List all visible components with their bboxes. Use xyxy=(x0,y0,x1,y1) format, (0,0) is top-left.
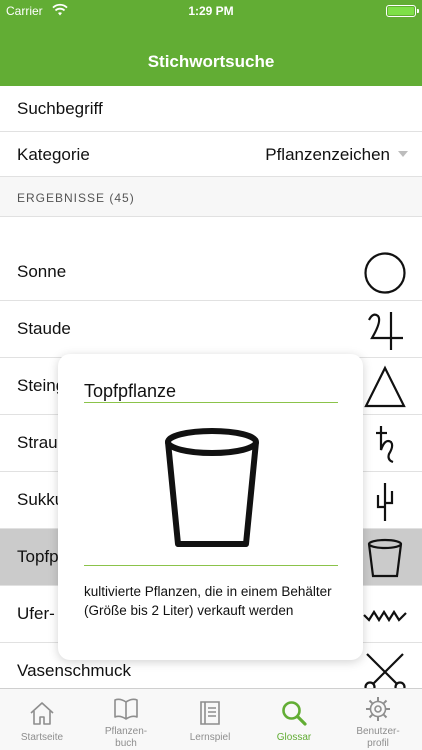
cactus-icon xyxy=(376,483,394,521)
popup-divider-top xyxy=(84,402,338,403)
tab-startseite[interactable]: Startseite xyxy=(0,689,84,750)
triangle-icon xyxy=(364,365,406,408)
result-row-staude[interactable]: Staude xyxy=(0,301,422,358)
home-icon xyxy=(30,702,54,725)
tab-glossar[interactable]: Glossar xyxy=(252,689,336,750)
glossary-popup[interactable]: Topfpflanze kultivierte Pflanzen, die in… xyxy=(58,354,363,660)
sun-circle-icon xyxy=(364,252,406,294)
chevron-down-icon xyxy=(398,151,408,157)
result-label: Ufer- xyxy=(17,604,55,623)
tab-lernspiel[interactable]: Lernspiel xyxy=(168,689,252,750)
book-icon xyxy=(114,698,138,720)
result-label: Vasenschmuck xyxy=(17,661,132,680)
notebook-icon xyxy=(200,701,220,725)
gear-icon xyxy=(366,697,390,721)
result-label: Staude xyxy=(17,319,71,338)
tab-label: Glossar xyxy=(276,732,312,743)
category-select[interactable]: Kategorie Pflanzenzeichen xyxy=(0,132,422,177)
result-label: Strau xyxy=(17,433,58,452)
navigation-bar: Stichwortsuche xyxy=(0,22,422,86)
status-time: 1:29 PM xyxy=(188,4,234,18)
page-title: Stichwortsuche xyxy=(147,52,275,71)
pot-icon xyxy=(165,428,259,547)
category-value: Pflanzenzeichen xyxy=(265,145,390,164)
perennial-symbol-icon xyxy=(368,312,403,350)
tab-label: Startseite xyxy=(20,732,64,743)
search-field-label: Suchbegriff xyxy=(17,99,103,118)
tab-benutzerprofil[interactable]: Benutzer-profil xyxy=(336,689,420,750)
shrub-symbol-icon xyxy=(376,426,394,464)
search-field[interactable]: Suchbegriff xyxy=(0,86,422,132)
tab-label: Benutzer-profil xyxy=(356,726,400,749)
popup-description: kultivierte Pflanzen, die in einem Behäl… xyxy=(84,584,332,618)
tab-label: Lernspiel xyxy=(189,732,231,743)
scissors-icon xyxy=(364,653,406,688)
results-section-header: ERGEBNISSE (45) xyxy=(0,177,422,217)
tab-bar: Startseite Pflanzen-buch Lernspiel Gloss… xyxy=(0,688,422,750)
battery-icon xyxy=(386,5,419,17)
status-bar: Carrier 1:29 PM xyxy=(0,0,422,22)
search-icon xyxy=(282,701,307,726)
result-row-sonne[interactable]: Sonne xyxy=(0,244,422,301)
popup-divider-bottom xyxy=(84,565,338,566)
tab-pflanzenbuch[interactable]: Pflanzen-buch xyxy=(84,689,168,750)
pot-icon xyxy=(367,538,403,578)
popup-title: Topfpflanze xyxy=(84,381,177,401)
category-label: Kategorie xyxy=(17,145,90,164)
results-count-label: ERGEBNISSE (45) xyxy=(17,191,135,205)
wave-icon xyxy=(363,609,407,623)
result-label: Sonne xyxy=(17,262,67,281)
battery-fill xyxy=(388,7,414,15)
tab-label: Pflanzen-buch xyxy=(104,726,148,749)
result-label: Topfp xyxy=(17,547,59,566)
